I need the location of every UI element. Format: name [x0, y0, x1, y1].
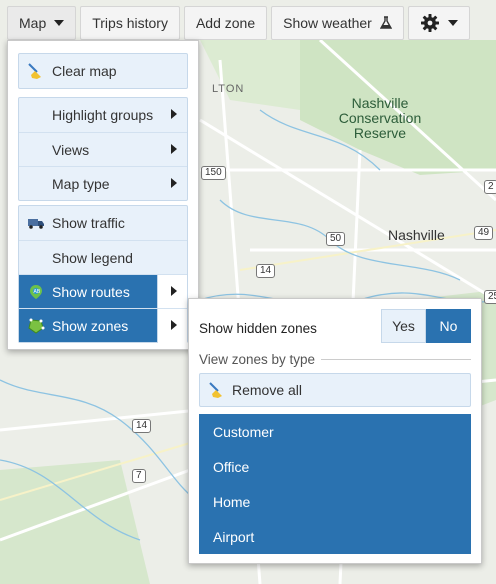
show-legend-item[interactable]: Show legend: [19, 240, 187, 274]
show-legend-label: Show legend: [52, 249, 133, 266]
zone-type-item[interactable]: Airport: [199, 519, 471, 554]
views-item[interactable]: Views: [19, 132, 187, 166]
zone-polygon-icon: [28, 318, 45, 334]
add-zone-label: Add zone: [195, 15, 256, 31]
map-type-item[interactable]: Map type: [19, 166, 187, 200]
view-zones-by-type-heading: View zones by type: [199, 352, 471, 367]
chevron-right-icon: [171, 178, 177, 188]
hidden-zones-toggle: Yes No: [381, 309, 471, 343]
map-options-group: Highlight groups Views Map type: [18, 97, 188, 201]
show-zones-label: Show zones: [52, 317, 129, 334]
show-weather-button[interactable]: Show weather: [271, 6, 404, 40]
remove-all-button[interactable]: Remove all: [199, 373, 471, 407]
city-label: Nashville: [388, 227, 445, 243]
zone-type-item[interactable]: Office: [199, 449, 471, 484]
road-shield: 25: [484, 290, 496, 304]
show-traffic-label: Show traffic: [52, 215, 125, 231]
route-pin-icon: AB: [30, 285, 42, 299]
clear-map-item[interactable]: Clear map: [19, 54, 187, 88]
map-dropdown-menu: Clear map Highlight groups Views Map typ…: [7, 40, 199, 350]
no-toggle-button[interactable]: No: [426, 309, 471, 343]
road-shield: 14: [256, 264, 276, 278]
broom-icon: [209, 382, 222, 398]
trips-history-label: Trips history: [92, 15, 168, 31]
clear-map-group: Clear map: [18, 53, 188, 89]
divider: [321, 359, 471, 360]
svg-text:AB: AB: [34, 289, 41, 295]
caret-down-icon: [54, 20, 65, 26]
toolbar: Map Trips history Add zone Show weather: [7, 6, 470, 40]
zone-type-item[interactable]: Home: [199, 484, 471, 519]
chevron-right-icon: [171, 286, 177, 296]
zones-submenu: Show hidden zones Yes No View zones by t…: [188, 298, 482, 564]
road-shield: 150: [201, 166, 226, 180]
show-routes-item[interactable]: AB Show routes: [19, 274, 187, 309]
show-zones-item[interactable]: Show zones: [19, 308, 187, 343]
map-menu-label: Map: [19, 15, 47, 31]
map-type-label: Map type: [52, 175, 110, 192]
reserve-label: Nashville Conservation Reserve: [338, 95, 422, 141]
show-hidden-zones-label: Show hidden zones: [199, 320, 317, 336]
road-shield: 49: [474, 226, 494, 240]
settings-menu-button[interactable]: [407, 6, 470, 40]
trips-history-button[interactable]: Trips history: [80, 6, 180, 40]
show-weather-label: Show weather: [283, 15, 372, 31]
clear-map-label: Clear map: [52, 63, 117, 79]
remove-all-label: Remove all: [232, 382, 303, 398]
layers-group: Show traffic Show legend AB Show routes …: [18, 205, 188, 343]
truck-icon: [28, 219, 44, 229]
chevron-right-icon: [171, 109, 177, 119]
chevron-right-icon: [171, 144, 177, 154]
gear-icon: [420, 14, 439, 32]
zone-types-list: Customer Office Home Airport: [199, 414, 471, 554]
highlight-groups-item[interactable]: Highlight groups: [19, 98, 187, 132]
chevron-right-icon: [171, 320, 177, 330]
place-label: LTON: [212, 83, 245, 95]
map-menu-button[interactable]: Map: [7, 6, 77, 40]
show-hidden-zones-row: Show hidden zones Yes No: [199, 309, 471, 343]
highlight-groups-label: Highlight groups: [52, 107, 154, 123]
zone-type-item[interactable]: Customer: [199, 414, 471, 449]
views-label: Views: [52, 141, 90, 158]
yes-toggle-button[interactable]: Yes: [381, 309, 426, 343]
show-traffic-item[interactable]: Show traffic: [19, 206, 187, 240]
show-routes-label: Show routes: [52, 283, 130, 300]
view-zones-by-type-label: View zones by type: [199, 352, 316, 367]
road-shield: 14: [132, 419, 152, 433]
caret-down-icon: [447, 20, 458, 26]
road-shield: 7: [132, 469, 146, 483]
road-shield: 2: [484, 180, 496, 194]
flask-icon: [379, 16, 392, 29]
add-zone-button[interactable]: Add zone: [183, 6, 268, 40]
road-shield: 50: [326, 232, 346, 246]
broom-icon: [28, 63, 41, 79]
